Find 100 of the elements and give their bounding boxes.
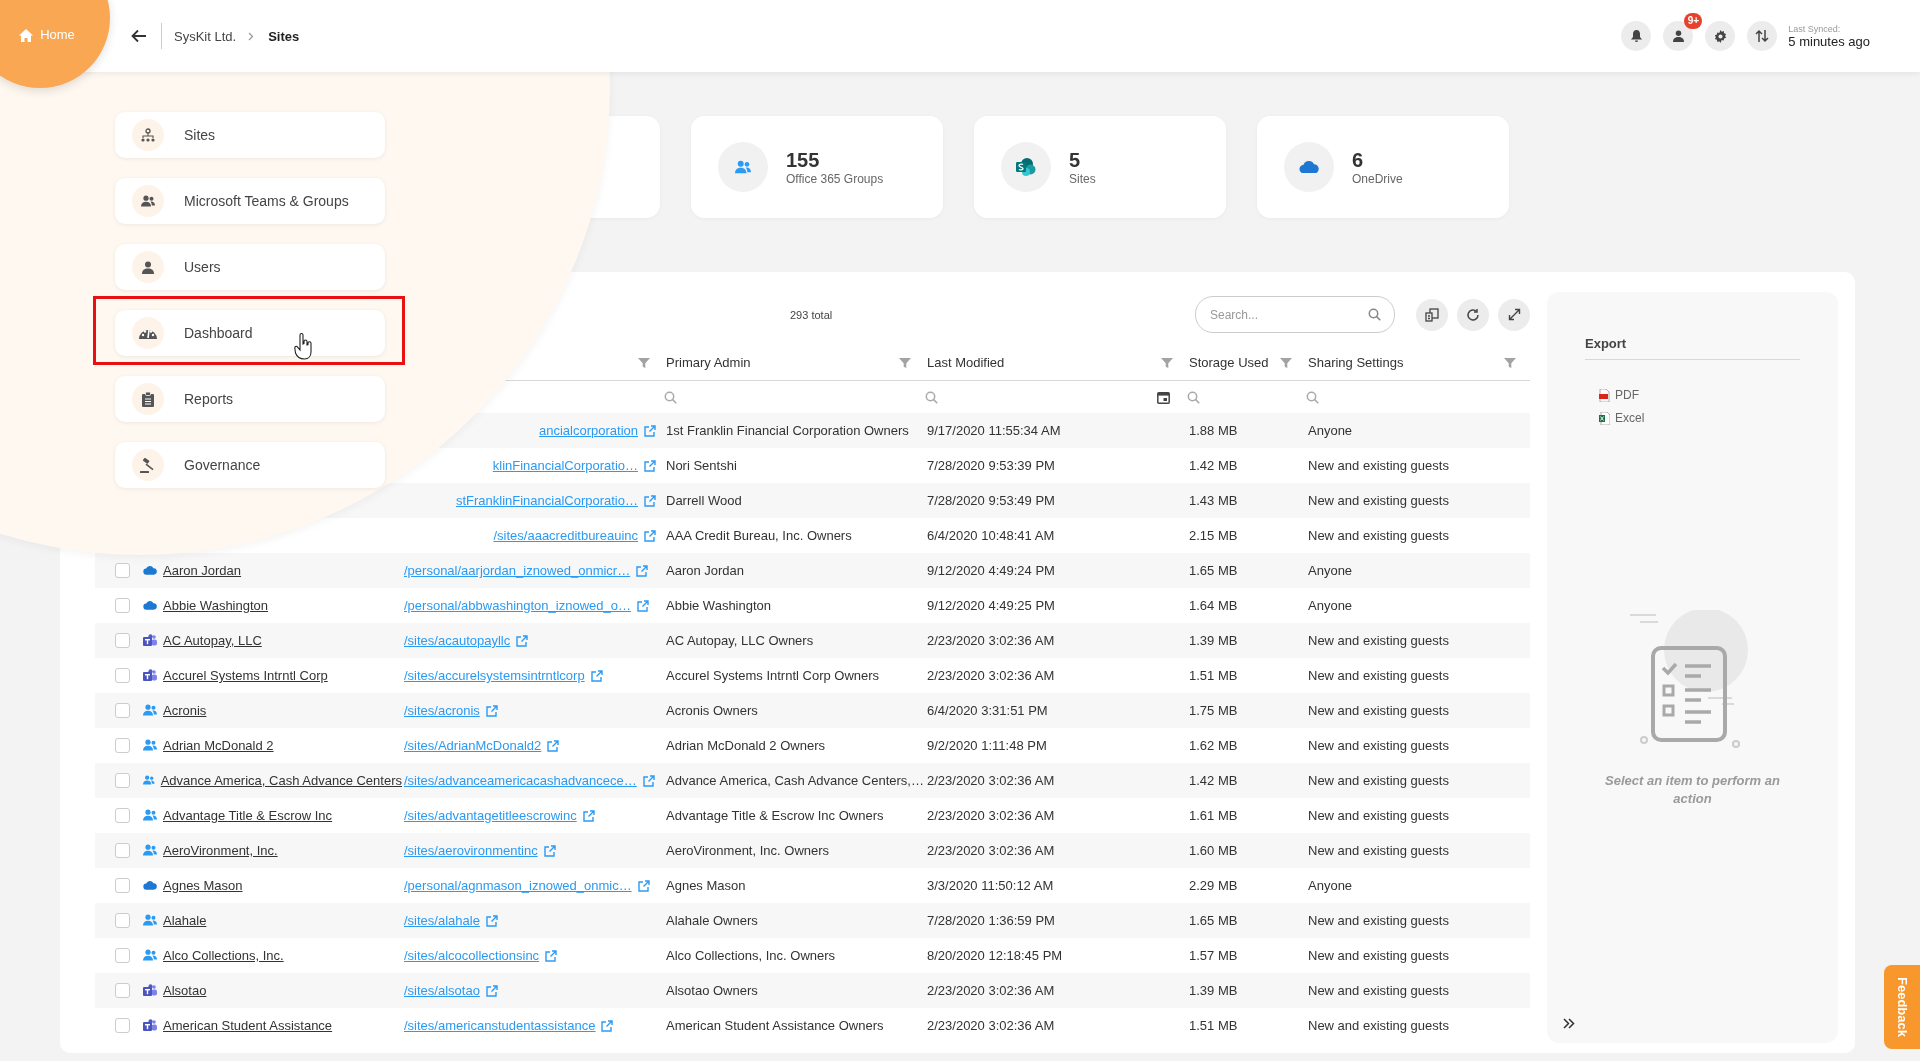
site-name-link[interactable]: Acronis (163, 703, 207, 718)
filter-icon[interactable] (1161, 356, 1173, 369)
menu-item[interactable]: Governance (115, 442, 385, 488)
external-link-icon[interactable] (642, 774, 655, 787)
teams-icon (143, 984, 157, 997)
table-cell: Alahale Owners (666, 913, 758, 928)
gauge-icon (139, 327, 157, 339)
row-checkbox[interactable] (115, 563, 130, 578)
site-name-link[interactable]: AeroVironment, Inc. (163, 843, 278, 858)
double-chevron-icon[interactable] (1563, 1018, 1575, 1029)
breadcrumb-link[interactable]: SysKit Ltd. (174, 28, 237, 44)
site-name-link[interactable]: Alco Collections, Inc. (163, 948, 284, 963)
table-cell: New and existing guests (1308, 493, 1449, 508)
external-link-icon[interactable] (582, 809, 595, 822)
row-checkbox[interactable] (115, 1018, 130, 1033)
external-link-icon[interactable] (644, 424, 656, 437)
column-header[interactable]: Primary Admin (666, 355, 751, 370)
table-cell: Anyone (1308, 598, 1353, 613)
external-link-icon[interactable] (601, 1019, 614, 1032)
expand-button[interactable] (1498, 298, 1530, 331)
back-arrow-icon[interactable] (131, 29, 147, 43)
expand-icon (1507, 308, 1521, 321)
refresh-button[interactable] (1457, 298, 1489, 331)
site-name-link[interactable]: Adrian McDonald 2 (163, 738, 274, 753)
table-cell: 1.43 MB (1189, 493, 1238, 508)
export-action[interactable]: PDF (1599, 388, 1639, 402)
external-link-icon[interactable] (485, 984, 498, 997)
row-checkbox[interactable] (115, 773, 130, 788)
external-link-icon[interactable] (636, 564, 649, 577)
external-link-icon[interactable] (516, 634, 529, 647)
search-icon (1368, 308, 1381, 321)
table-cell: Acronis Owners (666, 703, 758, 718)
column-header[interactable]: Last Modified (927, 355, 1005, 370)
row-checkbox[interactable] (115, 913, 130, 928)
search-field[interactable]: Search... (1195, 296, 1395, 333)
external-link-icon[interactable] (485, 704, 498, 717)
menu-item[interactable]: Sites (115, 112, 385, 158)
table-cell: 9/12/2020 4:49:24 PM (927, 563, 1055, 578)
settings-button[interactable] (1705, 21, 1736, 51)
export-action[interactable]: Excel (1599, 411, 1645, 425)
table-cell: 1.42 MB (1189, 458, 1238, 473)
row-checkbox[interactable] (115, 948, 130, 963)
row-checkbox[interactable] (115, 598, 130, 613)
column-header[interactable]: Sharing Settings (1308, 355, 1404, 370)
table-cell: New and existing guests (1308, 773, 1449, 788)
external-link-icon[interactable] (637, 879, 650, 892)
menu-item[interactable]: Reports (115, 376, 385, 422)
site-name-link[interactable]: Alahale (163, 913, 207, 928)
external-link-icon[interactable] (547, 739, 560, 752)
row-checkbox[interactable] (115, 843, 130, 858)
site-name-link[interactable]: American Student Assistance (163, 1018, 333, 1033)
menu-item[interactable]: Users (115, 244, 385, 290)
breadcrumb-link[interactable]: Sites (268, 28, 300, 44)
row-checkbox[interactable] (115, 633, 130, 648)
table-cell: 7/28/2020 1:36:59 PM (927, 913, 1055, 928)
site-name-link[interactable]: Aaron Jordan (163, 563, 242, 578)
site-name-link[interactable]: Accurel Systems Intrntl Corp (163, 668, 328, 683)
row-checkbox[interactable] (115, 878, 130, 893)
site-name-link[interactable]: Abbie Washington (163, 598, 269, 613)
last-synced-time: 5 minutes ago (1788, 33, 1870, 49)
calendar-icon[interactable] (1157, 390, 1170, 404)
site-name-link[interactable]: Agnes Mason (163, 878, 243, 893)
row-checkbox[interactable] (115, 738, 130, 753)
site-name-link[interactable]: AC Autopay, LLC (163, 633, 262, 648)
filter-icon[interactable] (638, 356, 650, 369)
external-link-icon[interactable] (636, 599, 649, 612)
external-link-icon[interactable] (590, 669, 603, 682)
row-checkbox[interactable] (115, 703, 130, 718)
cloud-icon (143, 881, 157, 890)
table-cell: New and existing guests (1308, 703, 1449, 718)
table-cell: 2.29 MB (1189, 878, 1238, 893)
sync-button[interactable] (1747, 21, 1778, 51)
table-cell: 1.65 MB (1189, 563, 1238, 578)
search-icon (925, 390, 938, 404)
filter-icon[interactable] (1504, 356, 1516, 369)
site-name-link[interactable]: Alsotao (163, 983, 207, 998)
table-cell: Advance America, Cash Advance Centers,… (666, 773, 924, 788)
row-checkbox[interactable] (115, 668, 130, 683)
external-link-icon[interactable] (543, 844, 556, 857)
menu-item[interactable]: Microsoft Teams & Groups (115, 178, 385, 224)
home-icon (19, 29, 34, 42)
table-cell: 9/17/2020 11:55:34 AM (927, 423, 1061, 438)
external-link-icon[interactable] (545, 949, 558, 962)
site-name-link[interactable]: Advance America, Cash Advance Centers (160, 773, 402, 788)
external-link-icon[interactable] (644, 529, 656, 542)
external-link-icon[interactable] (485, 914, 498, 927)
people-icon (735, 160, 751, 174)
filter-icon[interactable] (1280, 356, 1292, 369)
row-checkbox[interactable] (115, 983, 130, 998)
column-header[interactable]: Storage Used (1189, 355, 1269, 370)
teams-icon (143, 669, 157, 682)
external-link-icon[interactable] (644, 494, 656, 507)
people-icon (143, 949, 157, 962)
notifications-button[interactable] (1621, 21, 1652, 51)
columns-button[interactable] (1416, 298, 1448, 331)
site-name-link[interactable]: Advantage Title & Escrow Inc (163, 808, 333, 823)
external-link-icon[interactable] (644, 459, 656, 472)
row-checkbox[interactable] (115, 808, 130, 823)
refresh-icon (1466, 307, 1480, 322)
filter-icon[interactable] (899, 356, 911, 369)
